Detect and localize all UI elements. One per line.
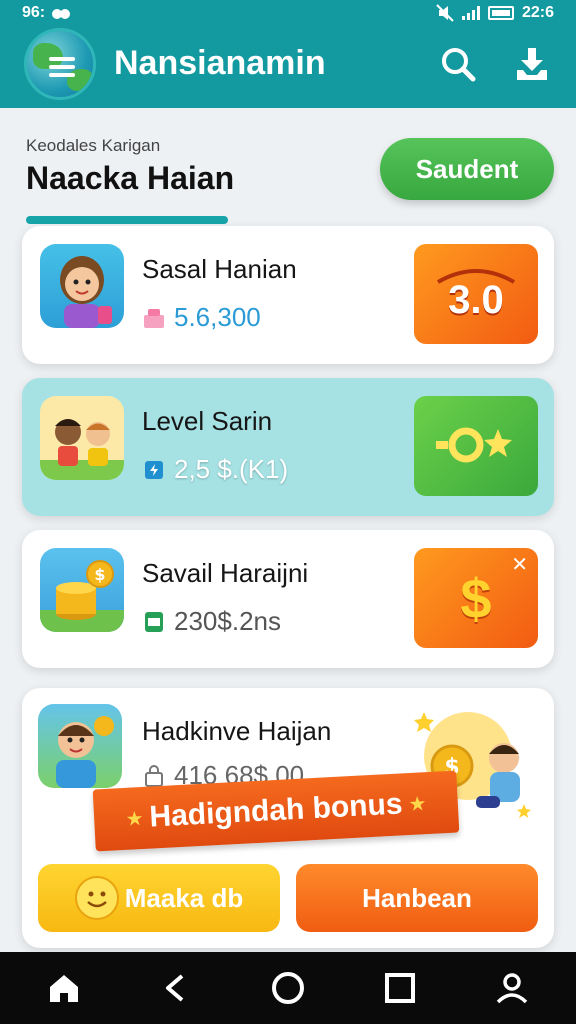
list-item[interactable]: Level Sarin 2,5 $.(K1)	[22, 378, 554, 516]
boy-avatar-icon	[38, 704, 122, 788]
close-icon[interactable]: ✕	[511, 552, 528, 577]
card-title: Sasal Hanian	[142, 254, 297, 284]
wallet-icon	[145, 611, 163, 632]
download-icon[interactable]	[512, 44, 552, 84]
dollar-tile[interactable]: $ ✕	[414, 548, 538, 648]
bonus-banner-text: Hadigndah bonus	[148, 787, 404, 834]
smiley-icon	[74, 876, 119, 920]
header-kicker: Keodales Karigan	[26, 136, 161, 155]
card-title: Hadkinve Haijan	[142, 716, 332, 746]
coins-avatar-icon: $	[40, 548, 124, 632]
list-item[interactable]: Sasal Hanian 5.6,300 3.0	[22, 226, 554, 364]
back-icon[interactable]	[158, 970, 194, 1006]
arc-icon	[436, 269, 516, 284]
lock-icon	[145, 764, 163, 787]
square-recents-icon[interactable]	[382, 970, 418, 1006]
mute-icon	[436, 4, 454, 22]
status-left-text: 96:	[22, 4, 46, 21]
progress-tile[interactable]	[414, 396, 538, 496]
signal-icon	[461, 6, 480, 20]
battery-charge-icon	[145, 460, 163, 479]
menu-globe-button[interactable]	[24, 28, 96, 100]
star-icon: ★	[125, 807, 145, 831]
rating-value: 3.0	[448, 277, 504, 322]
battery-icon	[487, 6, 514, 20]
menu-icon	[49, 57, 75, 81]
card-title: Level Sarin	[142, 406, 273, 436]
card-value: 5.6,300	[174, 302, 261, 332]
dollar-icon: $	[460, 566, 492, 630]
svg-text:$: $	[94, 565, 105, 584]
list-item[interactable]: $ Savail Haraijni 230$.2ns $ ✕	[22, 530, 554, 668]
app-bar: 96: 22:6 Nansianamin	[0, 0, 576, 108]
card-title: Savail Haraijni	[142, 558, 309, 588]
card-value: 230$.2ns	[174, 606, 281, 636]
card-value-row: 230$.2ns	[142, 606, 281, 637]
circle-home-icon[interactable]	[270, 970, 306, 1006]
status-bar: 96: 22:6	[0, 0, 576, 28]
girl-avatar-icon	[40, 244, 124, 328]
rating-tile[interactable]: 3.0	[414, 244, 538, 344]
notification-icon	[52, 9, 71, 19]
status-time: 22:6	[521, 4, 554, 21]
key-star-icon	[436, 427, 512, 463]
card-value-row: 2,5 $.(K1)	[142, 454, 288, 485]
maaka-button-label: Maaka db	[124, 882, 244, 913]
gift-icon	[144, 308, 164, 328]
star-icon: ★	[407, 792, 427, 816]
system-nav-bar	[0, 952, 576, 1024]
kids-avatar-icon	[40, 396, 124, 480]
search-icon[interactable]	[438, 44, 478, 84]
maaka-button[interactable]: Maaka db	[38, 864, 280, 932]
page-title: Naacka Haian	[26, 160, 235, 196]
profile-icon[interactable]	[494, 970, 530, 1006]
card-value-row: 5.6,300	[142, 302, 261, 333]
saudent-button[interactable]: Saudent	[380, 138, 554, 200]
home-icon[interactable]	[46, 970, 82, 1006]
app-title: Nansianamin	[114, 44, 326, 82]
tab-indicator	[26, 216, 228, 224]
card-value: 2,5 $.(K1)	[174, 454, 289, 484]
hanbean-button[interactable]: Hanbean	[296, 864, 538, 932]
